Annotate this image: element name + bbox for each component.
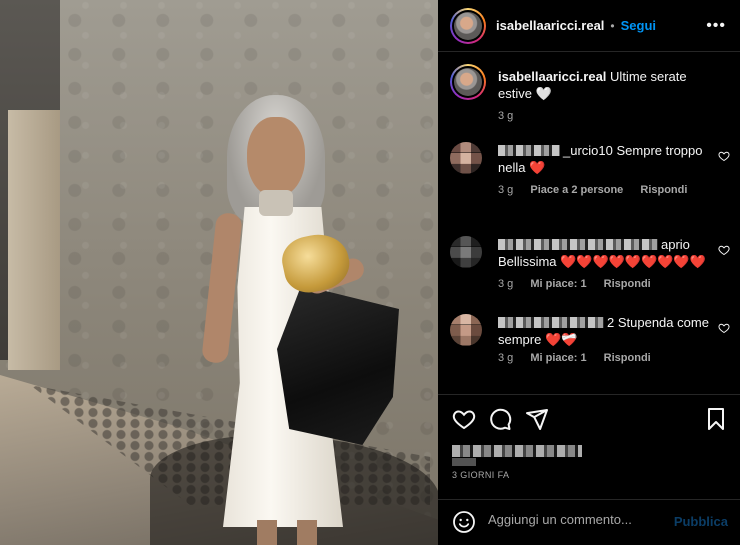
comment-text-block: _urcio10 Sempre troppo nella ❤️ (498, 142, 714, 176)
likes-summary-blurred-2 (452, 458, 476, 466)
figure-leg-right (297, 520, 317, 545)
caption-username[interactable]: isabellaaricci.real (498, 69, 606, 84)
comment-time[interactable]: 3 g (498, 352, 513, 364)
share-icon[interactable] (525, 407, 549, 431)
comment-time[interactable]: 3 g (498, 184, 513, 196)
emoji-icon[interactable] (452, 510, 476, 534)
comment-input[interactable] (488, 512, 668, 527)
post-side-panel: isabellaaricci.real • Segui ••• isabella… (438, 0, 740, 545)
comment-avatar[interactable] (450, 236, 482, 268)
heart-icon[interactable] (452, 407, 476, 431)
avatar-inner (452, 9, 484, 42)
comment-like-heart-icon[interactable] (718, 322, 730, 334)
comment-like-heart-icon[interactable] (718, 244, 730, 256)
caption-avatar-inner (452, 66, 484, 98)
comment-icon[interactable] (488, 407, 512, 431)
comment-reply-button[interactable]: Rispondi (640, 184, 687, 196)
comment-username-blurred[interactable] (498, 317, 604, 328)
comment-meta: 3 g Mi piace: 1 Rispondi (498, 278, 665, 290)
caption-avatar[interactable] (450, 64, 486, 100)
header-separator: • (610, 18, 615, 33)
post-actions: 3 GIORNI FA (438, 394, 740, 499)
avatar[interactable] (450, 7, 486, 44)
figure-black-jacket (277, 285, 399, 445)
comment-avatar[interactable] (450, 142, 482, 174)
photo-pillar (8, 110, 60, 370)
figure-collar (259, 190, 293, 216)
comment-likes[interactable]: Mi piace: 1 (530, 278, 586, 290)
comment-meta: 3 g Piace a 2 persone Rispondi (498, 184, 701, 196)
likes-summary-blurred[interactable] (452, 445, 582, 457)
comment-text-block: aprio Bellissima ❤️❤️❤️❤️❤️❤️❤️❤️❤️ (498, 236, 714, 270)
avatar-image (454, 11, 482, 40)
add-comment-bar: Pubblica (438, 499, 740, 545)
comment-likes[interactable]: Piace a 2 persone (530, 184, 623, 196)
caption-time[interactable]: 3 g (498, 110, 513, 122)
post-header: isabellaaricci.real • Segui ••• (438, 0, 740, 52)
header-username[interactable]: isabellaaricci.real (496, 18, 604, 33)
comment-reply-button[interactable]: Rispondi (604, 278, 651, 290)
comment-username-suffix[interactable]: aprio (661, 237, 690, 252)
comment-avatar[interactable] (450, 314, 482, 346)
post-date[interactable]: 3 GIORNI FA (452, 470, 509, 480)
comment-time[interactable]: 3 g (498, 278, 513, 290)
figure-face (247, 117, 305, 197)
comment-meta: 3 g Mi piace: 1 Rispondi (498, 352, 665, 364)
comment-text-block: 2 Stupenda come sempre ❤️❤️‍🩹 (498, 314, 714, 348)
post-photo[interactable] (0, 0, 438, 545)
comments-list[interactable]: isabellaaricci.real Ultime serate estive… (438, 52, 740, 394)
photo-woman-figure (201, 95, 415, 545)
comment-username-blurred[interactable] (498, 239, 658, 250)
comment-reply-button[interactable]: Rispondi (604, 352, 651, 364)
follow-button[interactable]: Segui (621, 18, 656, 33)
comment-username-suffix[interactable]: 2 (607, 315, 614, 330)
comment-username-blurred[interactable] (498, 145, 560, 156)
figure-arm-left (201, 212, 243, 364)
comment-username-suffix[interactable]: _urcio10 (563, 143, 613, 158)
figure-leg-left (257, 520, 277, 545)
caption-text-block: isabellaaricci.real Ultime serate estive… (498, 68, 718, 102)
publish-button[interactable]: Pubblica (674, 514, 728, 529)
comment-likes[interactable]: Mi piace: 1 (530, 352, 586, 364)
more-icon[interactable]: ••• (706, 17, 726, 35)
comment-like-heart-icon[interactable] (718, 150, 730, 162)
comment-text: Bellissima ❤️❤️❤️❤️❤️❤️❤️❤️❤️ (498, 254, 706, 269)
bookmark-icon[interactable] (704, 407, 728, 431)
caption-avatar-image (454, 68, 482, 96)
